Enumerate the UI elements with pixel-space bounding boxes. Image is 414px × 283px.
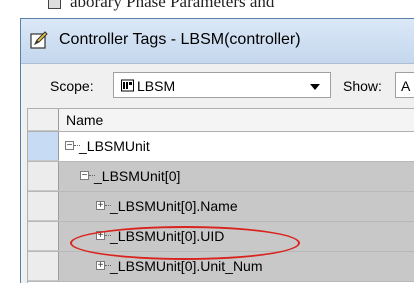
background-doc-icon bbox=[48, 0, 61, 9]
expand-icon[interactable]: + bbox=[96, 261, 105, 271]
row-header-cell[interactable] bbox=[28, 192, 59, 221]
show-value: A bbox=[401, 78, 411, 94]
expand-icon[interactable]: + bbox=[96, 201, 105, 211]
tag-name[interactable]: _LBSMUnit[0] bbox=[94, 168, 180, 184]
scope-dropdown[interactable]: LBSM bbox=[113, 72, 331, 98]
table-row[interactable]: + _LBSMUnit[0].Name bbox=[28, 192, 414, 222]
show-label: Show: bbox=[343, 78, 382, 94]
collapse-icon[interactable]: − bbox=[65, 141, 74, 151]
controller-icon bbox=[121, 79, 134, 92]
window-title: Controller Tags - LBSM(controller) bbox=[59, 31, 301, 48]
grid-header-row: Name bbox=[28, 109, 414, 132]
table-row[interactable]: − _LBSMUnit[0] bbox=[28, 162, 414, 192]
scope-toolbar: Scope: LBSM Show: A bbox=[21, 64, 414, 106]
background-document-text: aborary Phase Parameters and bbox=[70, 0, 275, 11]
row-header-cell[interactable] bbox=[28, 162, 59, 191]
row-header-cell[interactable] bbox=[28, 132, 59, 161]
scope-value: LBSM bbox=[137, 78, 176, 94]
header-corner-cell[interactable] bbox=[28, 109, 59, 131]
tag-name[interactable]: _LBSMUnit[0].Name bbox=[110, 198, 238, 214]
collapse-icon[interactable]: − bbox=[80, 171, 89, 181]
tag-name[interactable]: _LBSMUnit bbox=[79, 138, 150, 154]
column-header-name[interactable]: Name bbox=[66, 112, 103, 128]
highlight-annotation-ellipse bbox=[70, 226, 300, 260]
table-row[interactable]: − _LBSMUnit bbox=[28, 132, 414, 162]
chevron-down-icon[interactable] bbox=[310, 84, 320, 90]
tag-name[interactable]: _LBSMUnit[0].Unit_Num bbox=[110, 258, 263, 274]
scope-label: Scope: bbox=[50, 78, 94, 94]
pencil-edit-icon bbox=[30, 31, 48, 49]
row-header-cell[interactable] bbox=[28, 252, 59, 281]
show-dropdown[interactable]: A bbox=[395, 72, 414, 98]
title-bar[interactable]: Controller Tags - LBSM(controller) bbox=[21, 19, 414, 64]
row-header-cell[interactable] bbox=[28, 222, 59, 251]
